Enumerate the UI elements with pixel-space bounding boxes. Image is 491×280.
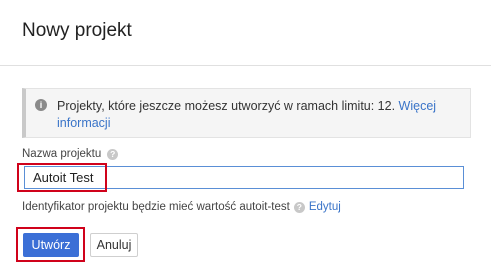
project-name-input[interactable] (24, 166, 464, 189)
dialog-title: Nowy projekt (22, 20, 132, 41)
project-id-line: Identyfikator projektu będzie mieć warto… (22, 201, 341, 213)
dialog-header: Nowy projekt (0, 0, 491, 66)
project-name-label: Nazwa projektu (22, 148, 102, 160)
cancel-button[interactable]: Anuluj (90, 233, 138, 257)
help-icon-id[interactable]: ? (293, 201, 305, 213)
help-icon[interactable]: ? (107, 148, 119, 160)
info-icon: i (35, 99, 47, 111)
create-button[interactable]: Utwórz (23, 233, 79, 257)
info-text: Projekty, które jeszcze możesz utworzyć … (57, 98, 457, 132)
info-box: i Projekty, które jeszcze możesz utworzy… (22, 88, 471, 138)
project-id-text: Identyfikator projektu będzie mieć warto… (22, 201, 290, 213)
edit-id-link[interactable]: Edytuj (309, 201, 341, 213)
project-name-label-row: Nazwa projektu ? (22, 148, 119, 160)
info-message: Projekty, które jeszcze możesz utworzyć … (57, 99, 399, 113)
